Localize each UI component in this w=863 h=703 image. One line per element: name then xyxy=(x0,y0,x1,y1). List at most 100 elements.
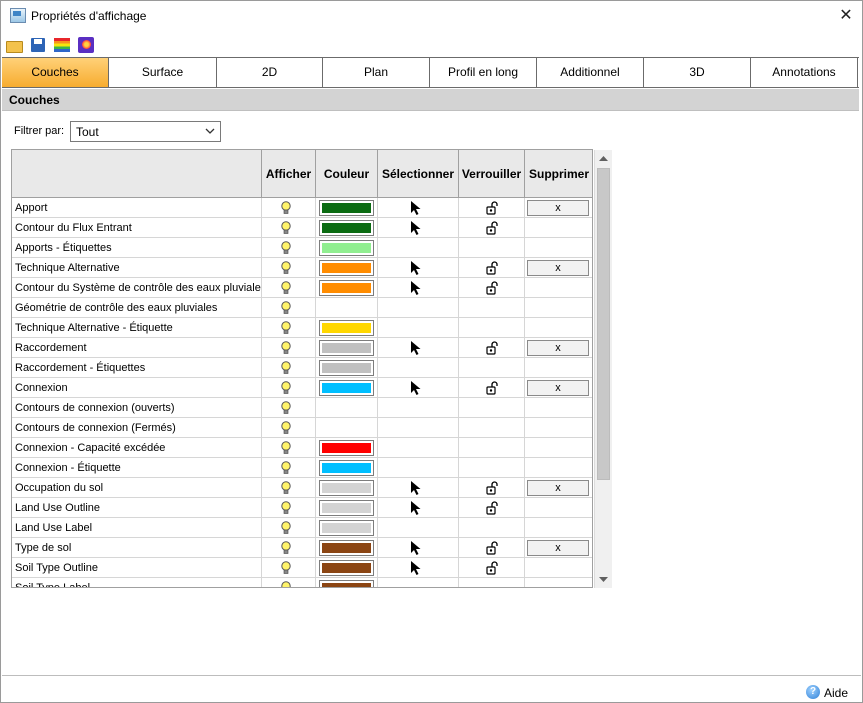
palette-icon[interactable] xyxy=(77,36,95,54)
lock-cell[interactable] xyxy=(459,538,525,558)
visibility-cell[interactable] xyxy=(262,438,316,458)
visibility-cell[interactable] xyxy=(262,458,316,478)
visibility-cell[interactable] xyxy=(262,218,316,238)
close-button[interactable]: ✕ xyxy=(836,6,856,26)
visibility-cell[interactable] xyxy=(262,198,316,218)
color-cell[interactable] xyxy=(316,578,378,587)
unlock-icon[interactable] xyxy=(486,501,498,515)
lightbulb-icon[interactable] xyxy=(280,461,292,475)
color-cell[interactable] xyxy=(316,538,378,558)
color-cell[interactable] xyxy=(316,378,378,398)
color-swatch[interactable] xyxy=(319,340,374,356)
layer-row[interactable]: Raccordement - Étiquettes xyxy=(12,358,592,378)
color-cell[interactable] xyxy=(316,218,378,238)
layer-row[interactable]: Contours de connexion (Fermés) xyxy=(12,418,592,438)
layer-row[interactable]: Land Use Label xyxy=(12,518,592,538)
lightbulb-icon[interactable] xyxy=(280,481,292,495)
layer-row[interactable]: Contours de connexion (ouverts) xyxy=(12,398,592,418)
layer-row[interactable]: Connexion - Étiquette xyxy=(12,458,592,478)
tab-2d[interactable]: 2D xyxy=(217,58,323,87)
delete-button[interactable]: x xyxy=(527,480,589,496)
unlock-icon[interactable] xyxy=(486,221,498,235)
lightbulb-icon[interactable] xyxy=(280,541,292,555)
layer-row[interactable]: Apport x xyxy=(12,198,592,218)
select-cell[interactable] xyxy=(378,338,459,358)
lightbulb-icon[interactable] xyxy=(280,421,292,435)
color-cell[interactable] xyxy=(316,198,378,218)
tab-surface-topograph[interactable]: Surface topograph... xyxy=(109,58,217,108)
select-cell[interactable] xyxy=(378,378,459,398)
lock-cell[interactable] xyxy=(459,378,525,398)
cursor-arrow-icon[interactable] xyxy=(410,280,422,296)
unlock-icon[interactable] xyxy=(486,281,498,295)
color-cell[interactable] xyxy=(316,478,378,498)
select-cell[interactable] xyxy=(378,478,459,498)
color-swatch[interactable] xyxy=(319,460,374,476)
select-cell[interactable] xyxy=(378,218,459,238)
layer-row[interactable]: Occupation du sol x xyxy=(12,478,592,498)
save-icon[interactable] xyxy=(29,36,47,54)
color-cell[interactable] xyxy=(316,238,378,258)
color-cell[interactable] xyxy=(316,458,378,478)
layer-row[interactable]: Raccordement x xyxy=(12,338,592,358)
visibility-cell[interactable] xyxy=(262,238,316,258)
tab-profil-en-long[interactable]: Profil en long xyxy=(430,58,537,87)
color-swatch[interactable] xyxy=(319,240,374,256)
layer-row[interactable]: Soil Type Outline xyxy=(12,558,592,578)
layer-row[interactable]: Technique Alternative x xyxy=(12,258,592,278)
scroll-down-button[interactable] xyxy=(595,571,612,588)
column-header[interactable]: Sélectionner xyxy=(378,150,459,198)
column-header[interactable] xyxy=(12,150,262,198)
color-swatch[interactable] xyxy=(319,500,374,516)
lightbulb-icon[interactable] xyxy=(280,381,292,395)
visibility-cell[interactable] xyxy=(262,378,316,398)
layer-row[interactable]: Apports - Étiquettes xyxy=(12,238,592,258)
visibility-cell[interactable] xyxy=(262,518,316,538)
color-swatch[interactable] xyxy=(319,380,374,396)
lightbulb-icon[interactable] xyxy=(280,281,292,295)
cursor-arrow-icon[interactable] xyxy=(410,340,422,356)
unlock-icon[interactable] xyxy=(486,481,498,495)
lock-cell[interactable] xyxy=(459,498,525,518)
lightbulb-icon[interactable] xyxy=(280,521,292,535)
color-swatch[interactable] xyxy=(319,440,374,456)
unlock-icon[interactable] xyxy=(486,261,498,275)
color-swatch[interactable] xyxy=(319,320,374,336)
color-swatch[interactable] xyxy=(319,260,374,276)
select-cell[interactable] xyxy=(378,498,459,518)
visibility-cell[interactable] xyxy=(262,538,316,558)
visibility-cell[interactable] xyxy=(262,498,316,518)
select-cell[interactable] xyxy=(378,258,459,278)
color-swatch[interactable] xyxy=(319,200,374,216)
visibility-cell[interactable] xyxy=(262,558,316,578)
lightbulb-icon[interactable] xyxy=(280,501,292,515)
visibility-cell[interactable] xyxy=(262,258,316,278)
lightbulb-icon[interactable] xyxy=(280,581,292,588)
color-cell[interactable] xyxy=(316,258,378,278)
layer-row[interactable]: Type de sol x xyxy=(12,538,592,558)
color-cell[interactable] xyxy=(316,278,378,298)
lightbulb-icon[interactable] xyxy=(280,241,292,255)
unlock-icon[interactable] xyxy=(486,561,498,575)
unlock-icon[interactable] xyxy=(486,201,498,215)
cursor-arrow-icon[interactable] xyxy=(410,540,422,556)
select-cell[interactable] xyxy=(378,198,459,218)
lightbulb-icon[interactable] xyxy=(280,221,292,235)
color-swatch[interactable] xyxy=(319,220,374,236)
lightbulb-icon[interactable] xyxy=(280,361,292,375)
tab-3d[interactable]: 3D xyxy=(644,58,751,87)
layer-row[interactable]: Contour du Flux Entrant xyxy=(12,218,592,238)
layer-row[interactable]: Géométrie de contrôle des eaux pluviales xyxy=(12,298,592,318)
folder-open-icon[interactable] xyxy=(5,36,23,54)
delete-button[interactable]: x xyxy=(527,200,589,216)
visibility-cell[interactable] xyxy=(262,358,316,378)
lock-cell[interactable] xyxy=(459,478,525,498)
color-cell[interactable] xyxy=(316,318,378,338)
delete-button[interactable]: x xyxy=(527,260,589,276)
column-header[interactable]: Afficher xyxy=(262,150,316,198)
tab-couches[interactable]: Couches xyxy=(2,58,109,87)
visibility-cell[interactable] xyxy=(262,298,316,318)
color-swatch[interactable] xyxy=(319,280,374,296)
visibility-cell[interactable] xyxy=(262,418,316,438)
lightbulb-icon[interactable] xyxy=(280,341,292,355)
